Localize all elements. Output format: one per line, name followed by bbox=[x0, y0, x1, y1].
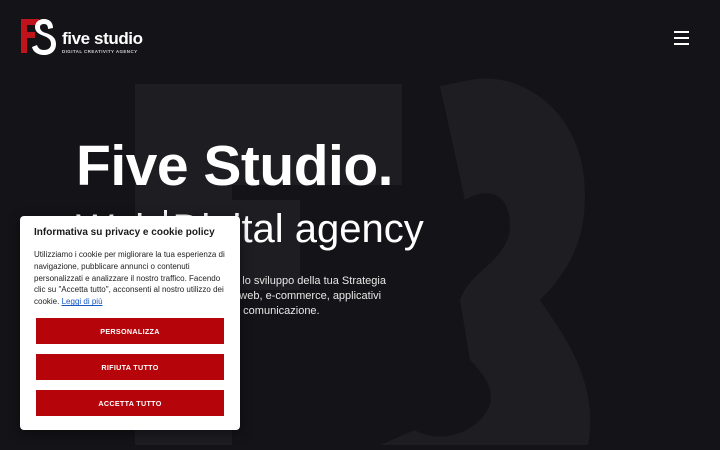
hamburger-menu-icon[interactable] bbox=[674, 29, 696, 49]
site-header: five studio DIGITAL CREATIVITY AGENCY bbox=[0, 0, 720, 80]
cookie-consent-dialog: Informativa su privacy e cookie policy U… bbox=[20, 216, 240, 430]
fs-logo-icon bbox=[21, 19, 56, 55]
site-logo[interactable]: five studio DIGITAL CREATIVITY AGENCY bbox=[20, 16, 143, 56]
logo-name: five studio bbox=[62, 29, 143, 48]
cookie-dialog-text: Utilizziamo i cookie per migliorare la t… bbox=[34, 249, 232, 308]
accept-all-button[interactable]: ACCETTA TUTTO bbox=[36, 390, 224, 416]
cookie-dialog-title: Informativa su privacy e cookie policy bbox=[34, 227, 215, 238]
logo-tagline: DIGITAL CREATIVITY AGENCY bbox=[62, 49, 138, 54]
reject-all-button[interactable]: RIFIUTA TUTTO bbox=[36, 354, 224, 380]
customize-cookies-button[interactable]: PERSONALIZZA bbox=[36, 318, 224, 344]
hero-title: Five Studio. bbox=[76, 134, 394, 198]
cookie-policy-link[interactable]: Leggi di più bbox=[62, 297, 103, 306]
logo-text: five studio DIGITAL CREATIVITY AGENCY bbox=[62, 30, 143, 54]
